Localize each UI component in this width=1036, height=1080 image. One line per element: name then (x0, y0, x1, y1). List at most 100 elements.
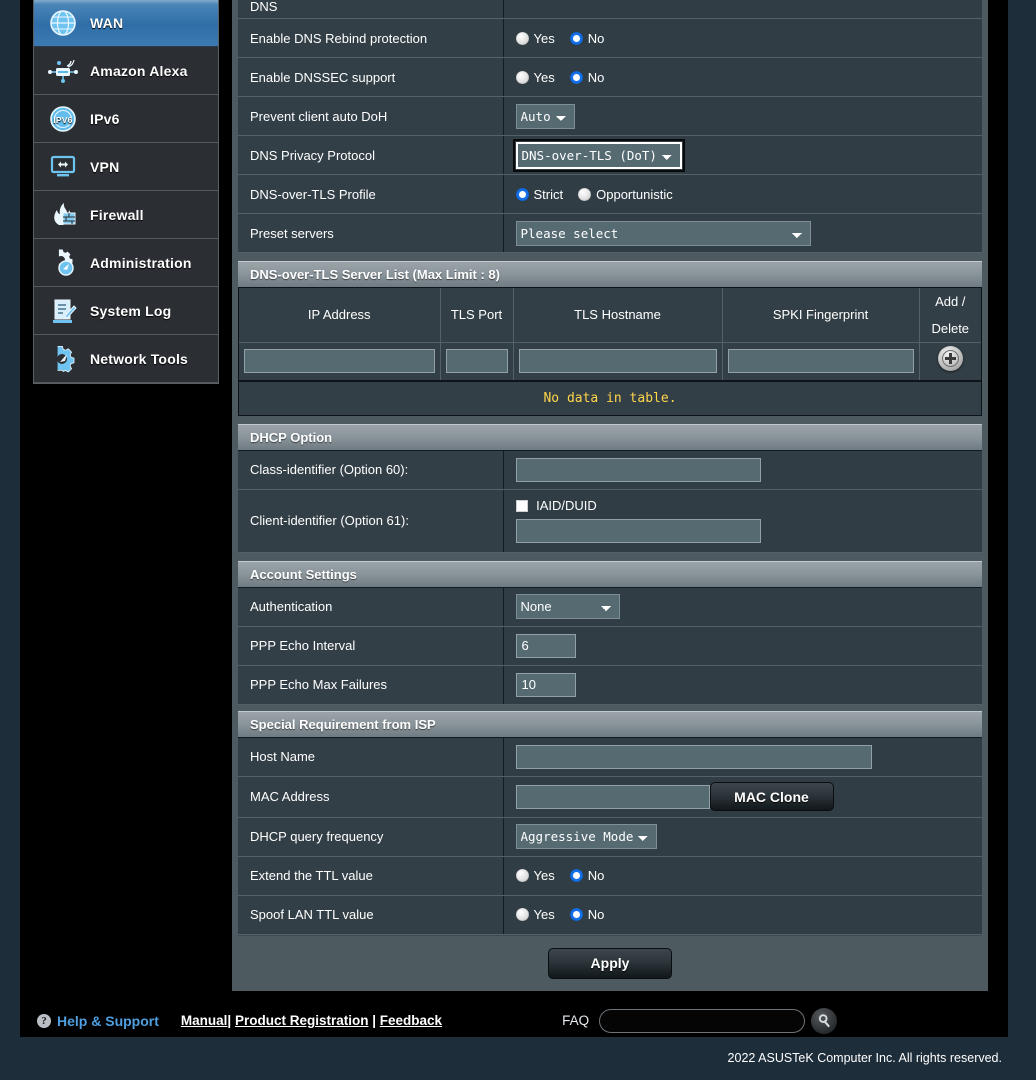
table-row: Enable DNSSEC support Yes No (238, 57, 982, 97)
table-row: Authentication None (238, 586, 982, 627)
preset-servers-value: Please select (503, 213, 982, 253)
magnifier-icon[interactable] (811, 1007, 838, 1034)
tls-hostname-input[interactable] (518, 349, 717, 373)
faq-search-input[interactable] (599, 1008, 806, 1033)
table-row (239, 342, 981, 381)
dnssec-value: Yes No (503, 57, 982, 97)
table-row: Enable DNS Rebind protection Yes No (238, 18, 982, 58)
add-delete-line1: Add / (935, 293, 966, 309)
ppp-echo-interval-label: PPP Echo Interval (238, 625, 504, 666)
spoof-lan-ttl-value: Yes No (503, 894, 982, 935)
network-tools-gear-icon (46, 342, 80, 376)
radio-no-label: No (587, 907, 605, 922)
dns-privacy-protocol-select[interactable]: DNS-over-TLS (DoT) (512, 138, 685, 172)
sidebar-item-amazon-alexa[interactable]: Amazon Alexa (34, 47, 218, 95)
cell-tls-hostname (513, 342, 723, 381)
host-name-input[interactable] (515, 744, 872, 769)
preset-servers-select[interactable]: Please select (515, 220, 811, 246)
special-isp-title: Special Requirement from ISP (238, 710, 982, 737)
table-header-row: IP Address TLS Port TLS Hostname SPKI Fi… (239, 288, 981, 343)
radio-yes[interactable] (515, 70, 529, 84)
table-row: Preset servers Please select (238, 213, 982, 253)
authentication-select[interactable]: None (515, 594, 620, 619)
cell-spki-fingerprint (722, 342, 920, 381)
dhcp-query-frequency-select[interactable]: Aggressive Mode (515, 824, 657, 849)
radio-yes[interactable] (515, 869, 529, 882)
extend-ttl-radio-group[interactable]: Yes No (515, 868, 971, 883)
spki-fingerprint-input[interactable] (727, 349, 914, 373)
tls-port-input[interactable] (445, 349, 508, 373)
host-name-value (503, 736, 982, 777)
radio-no[interactable] (569, 908, 583, 921)
apply-button[interactable]: Apply (548, 947, 672, 979)
sidebar-item-wan[interactable]: WAN (34, 0, 218, 47)
radio-no[interactable] (569, 70, 583, 84)
add-delete-line2: Delete (931, 320, 970, 336)
ip-address-input[interactable] (244, 349, 435, 373)
sidebar-item-system-log[interactable]: System Log (34, 287, 218, 335)
radio-no[interactable] (569, 869, 583, 882)
table-row: DNS Privacy Protocol DNS-over-TLS (DoT) (238, 135, 982, 175)
sidebar-item-label: System Log (90, 302, 172, 319)
special-isp-table: Host Name MAC Address MAC Clone DHCP que… (238, 736, 982, 935)
table-row: Client-identifier (Option 61): IAID/DUID (238, 488, 982, 553)
dhcp-query-frequency-value: Aggressive Mode (503, 816, 982, 857)
ppp-echo-max-failures-input[interactable] (515, 672, 576, 697)
dot-profile-value: Strict Opportunistic (503, 174, 982, 214)
manual-link[interactable]: Manual (181, 1013, 228, 1028)
radio-yes[interactable] (515, 31, 529, 45)
extend-ttl-label: Extend the TTL value (238, 855, 504, 896)
dot-server-list-title: DNS-over-TLS Server List (Max Limit : 8) (238, 261, 982, 287)
help-support-link[interactable]: Help & Support (57, 1013, 159, 1029)
class-identifier-value (503, 449, 982, 490)
sidebar-item-firewall[interactable]: Firewall (34, 191, 218, 239)
radio-opportunistic[interactable] (578, 187, 592, 201)
plus-circle-icon[interactable] (937, 346, 963, 371)
dot-profile-radio-group[interactable]: Strict Opportunistic (515, 187, 971, 202)
prevent-doh-select[interactable]: Auto (515, 103, 575, 129)
client-identifier-label: Client-identifier (Option 61): (238, 488, 504, 553)
client-identifier-input[interactable] (515, 519, 761, 543)
table-row: Spoof LAN TTL value Yes No (238, 894, 982, 935)
authentication-value: None (503, 586, 982, 627)
table-row: DNS-over-TLS Profile Strict Opportunisti… (238, 174, 982, 214)
sidebar-item-vpn[interactable]: VPN (34, 143, 218, 191)
col-ip-address: IP Address (239, 288, 441, 343)
spoof-lan-ttl-radio-group[interactable]: Yes No (515, 907, 971, 922)
sidebar-item-network-tools[interactable]: Network Tools (34, 335, 218, 383)
dns-partial-label: DNS (238, 0, 504, 19)
dns-rebind-radio-group[interactable]: Yes No (515, 30, 971, 46)
sidebar-item-label: Firewall (90, 206, 144, 223)
mac-clone-button[interactable]: MAC Clone (709, 782, 834, 811)
dns-privacy-protocol-label: DNS Privacy Protocol (238, 135, 504, 175)
dot-server-list: IP Address TLS Port TLS Hostname SPKI Fi… (238, 287, 982, 416)
system-log-icon (46, 294, 80, 328)
account-settings-table: Authentication None PPP Echo Interval PP… (238, 586, 982, 705)
ppp-echo-interval-value (503, 625, 982, 666)
col-tls-port: TLS Port (440, 288, 514, 343)
mac-address-label: MAC Address (238, 775, 504, 818)
authentication-label: Authentication (238, 586, 504, 627)
dot-server-table: IP Address TLS Port TLS Hostname SPKI Fi… (239, 288, 981, 381)
ppp-echo-interval-input[interactable] (515, 633, 576, 658)
radio-no-label: No (587, 30, 605, 46)
section-gap (232, 552, 988, 561)
section-gap (232, 415, 988, 424)
radio-yes-label: Yes (533, 868, 555, 883)
account-settings-title: Account Settings (238, 560, 982, 587)
iaid-duid-checkbox[interactable] (515, 500, 528, 512)
radio-strict[interactable] (515, 187, 529, 201)
dhcp-option-table: Class-identifier (Option 60): Client-ide… (238, 449, 982, 553)
ppp-echo-max-failures-value (503, 664, 982, 705)
class-identifier-input[interactable] (515, 457, 761, 482)
dnssec-radio-group[interactable]: Yes No (515, 70, 971, 85)
plus-ring (941, 350, 959, 367)
sidebar-item-administration[interactable]: Administration (34, 239, 218, 287)
radio-yes[interactable] (515, 908, 529, 921)
feedback-link[interactable]: Feedback (380, 1013, 442, 1028)
radio-no[interactable] (569, 31, 583, 45)
product-registration-link[interactable]: Product Registration (235, 1013, 369, 1028)
prevent-doh-label: Prevent client auto DoH (238, 96, 504, 136)
mac-address-input[interactable] (515, 784, 710, 809)
sidebar-item-ipv6[interactable]: IPV6 IPv6 (34, 95, 218, 143)
